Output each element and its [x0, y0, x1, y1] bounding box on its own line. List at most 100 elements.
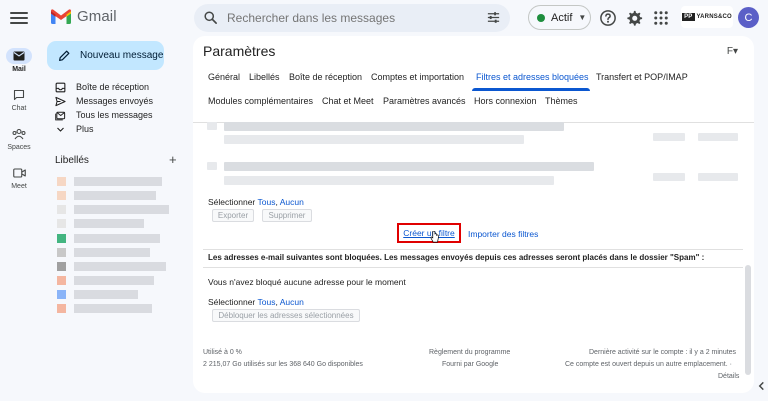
blocked-addresses-heading: Les adresses e-mail suivantes sont bloqu…	[208, 253, 705, 262]
label-item[interactable]	[57, 219, 144, 228]
nav-item-inbox[interactable]: Boîte de réception	[54, 80, 149, 94]
filter-checkbox[interactable]	[207, 162, 217, 170]
search-options-icon[interactable]	[486, 10, 501, 25]
label-item[interactable]	[57, 290, 138, 299]
pencil-icon	[59, 50, 70, 61]
nav-item-sent[interactable]: Messages envoyés	[54, 94, 153, 108]
rail-label: Meet	[11, 183, 27, 190]
organization-logo[interactable]: PP YARNS&CO	[681, 6, 733, 28]
select-all-blocked-link[interactable]: Tous	[257, 297, 275, 307]
tab-advanced[interactable]: Paramètres avancés	[383, 96, 466, 106]
program-policies-link[interactable]: Règlement du programme	[429, 349, 510, 356]
create-filter-label: Créer un filtre	[403, 228, 455, 238]
tab-forwarding-pop-imap[interactable]: Transfert et POP/IMAP	[596, 72, 688, 82]
apps-grid-icon[interactable]	[652, 9, 670, 27]
spaces-icon	[12, 128, 26, 140]
send-icon	[54, 96, 66, 106]
tab-accounts-import[interactable]: Comptes et importation	[371, 72, 464, 82]
help-icon[interactable]	[599, 9, 617, 27]
filter-delete-link[interactable]	[698, 173, 738, 181]
labels-heading: Libellés	[55, 155, 89, 166]
settings-panel: Paramètres F▾ Général Libellés Boîte de …	[193, 36, 754, 393]
input-tools-selector[interactable]: F▾	[727, 46, 738, 57]
no-blocked-addresses-text: Vous n'avez bloqué aucune adresse pour l…	[208, 277, 406, 287]
select-all-filters-link[interactable]: Tous	[257, 197, 275, 207]
status-dot	[537, 13, 545, 22]
label-item[interactable]	[57, 248, 150, 257]
blocked-select-line: Sélectionner Tous, Aucun	[208, 297, 304, 307]
filter-delete-link[interactable]	[698, 133, 738, 141]
active-tab-indicator	[472, 88, 590, 91]
select-no-filters-link[interactable]: Aucun	[280, 197, 304, 207]
account-avatar[interactable]: C	[738, 7, 759, 28]
tab-chat-meet[interactable]: Chat et Meet	[322, 96, 374, 106]
label-item[interactable]	[57, 304, 152, 313]
select-no-blocked-link[interactable]: Aucun	[280, 297, 304, 307]
details-link[interactable]: Détails	[718, 373, 739, 380]
all-mail-icon	[54, 111, 65, 120]
nav-item-all-mail[interactable]: Tous les messages	[54, 108, 153, 122]
rail-label: Mail	[12, 66, 26, 73]
main-menu-button[interactable]	[10, 9, 28, 25]
storage-usage-percent: Utilisé à 0 %	[203, 349, 242, 356]
filter-edit-link[interactable]	[653, 173, 685, 181]
last-account-activity: Dernière activité sur le compte : il y a…	[589, 349, 737, 356]
tab-add-ons[interactable]: Modules complémentaires	[208, 96, 313, 106]
rail-label: Chat	[11, 105, 27, 112]
unblock-selected-button[interactable]: Débloquer les adresses sélectionnées	[212, 309, 360, 322]
inbox-icon	[55, 82, 65, 92]
status-label: Actif	[551, 11, 573, 24]
chevron-down-icon: ▼	[578, 13, 587, 22]
side-panel-toggle-icon[interactable]	[757, 380, 766, 392]
label-item[interactable]	[57, 234, 160, 243]
import-filters-link[interactable]: Importer des filtres	[468, 229, 538, 239]
add-label-button[interactable]: +	[169, 152, 177, 167]
compose-label: Nouveau message	[80, 50, 164, 61]
vertical-scrollbar[interactable]	[745, 265, 751, 375]
filter-edit-link[interactable]	[653, 133, 685, 141]
search-input[interactable]	[227, 4, 467, 32]
open-elsewhere-notice: Ce compte est ouvert depuis un autre emp…	[565, 361, 732, 368]
tab-general[interactable]: Général	[208, 72, 240, 82]
label-item[interactable]	[57, 205, 169, 214]
nav-label: Plus	[76, 124, 94, 134]
select-label: Sélectionner	[208, 297, 256, 307]
nav-item-more[interactable]: Plus	[54, 122, 94, 136]
chevron-down-icon	[56, 127, 64, 132]
status-selector[interactable]: Actif ▼	[528, 5, 591, 30]
tab-offline[interactable]: Hors connexion	[474, 96, 537, 106]
chat-icon	[13, 89, 25, 101]
filter-row-text	[224, 135, 524, 144]
label-item[interactable]	[57, 276, 154, 285]
settings-gear-icon[interactable]	[625, 9, 643, 27]
nav-label: Messages envoyés	[76, 96, 154, 106]
label-item[interactable]	[57, 177, 162, 186]
nav-label: Tous les messages	[76, 110, 153, 120]
rail-label: Spaces	[7, 144, 31, 151]
app-name: Gmail	[77, 8, 117, 25]
tab-inbox[interactable]: Boîte de réception	[289, 72, 362, 82]
select-label: Sélectionner	[208, 197, 256, 207]
search-icon[interactable]	[203, 10, 218, 25]
rail-item-chat[interactable]: Chat	[0, 87, 38, 112]
tab-filters-blocked[interactable]: Filtres et adresses bloquées	[476, 72, 589, 82]
brand-name: YARNS&CO	[696, 14, 732, 20]
search-bar[interactable]	[194, 4, 510, 32]
gmail-logo[interactable]: Gmail	[51, 8, 117, 25]
create-filter-link[interactable]: Créer un filtre	[397, 223, 461, 243]
label-item[interactable]	[57, 191, 156, 200]
export-filters-button[interactable]: Exporter	[212, 209, 254, 222]
tab-labels[interactable]: Libellés	[249, 72, 280, 82]
rail-item-spaces[interactable]: Spaces	[0, 126, 38, 151]
label-item[interactable]	[57, 262, 166, 271]
section-divider	[203, 267, 743, 268]
filters-select-line: Sélectionner Tous, Aucun	[208, 197, 304, 207]
page-title: Paramètres	[203, 43, 276, 59]
filter-checkbox[interactable]	[207, 122, 217, 130]
tab-themes[interactable]: Thèmes	[545, 96, 578, 106]
rail-item-meet[interactable]: Meet	[0, 165, 38, 190]
storage-usage-detail: 2 215,07 Go utilisés sur les 368 640 Go …	[203, 361, 363, 368]
compose-button[interactable]: Nouveau message	[47, 41, 164, 70]
rail-item-mail[interactable]: Mail	[0, 48, 38, 73]
delete-filters-button[interactable]: Supprimer	[262, 209, 312, 222]
